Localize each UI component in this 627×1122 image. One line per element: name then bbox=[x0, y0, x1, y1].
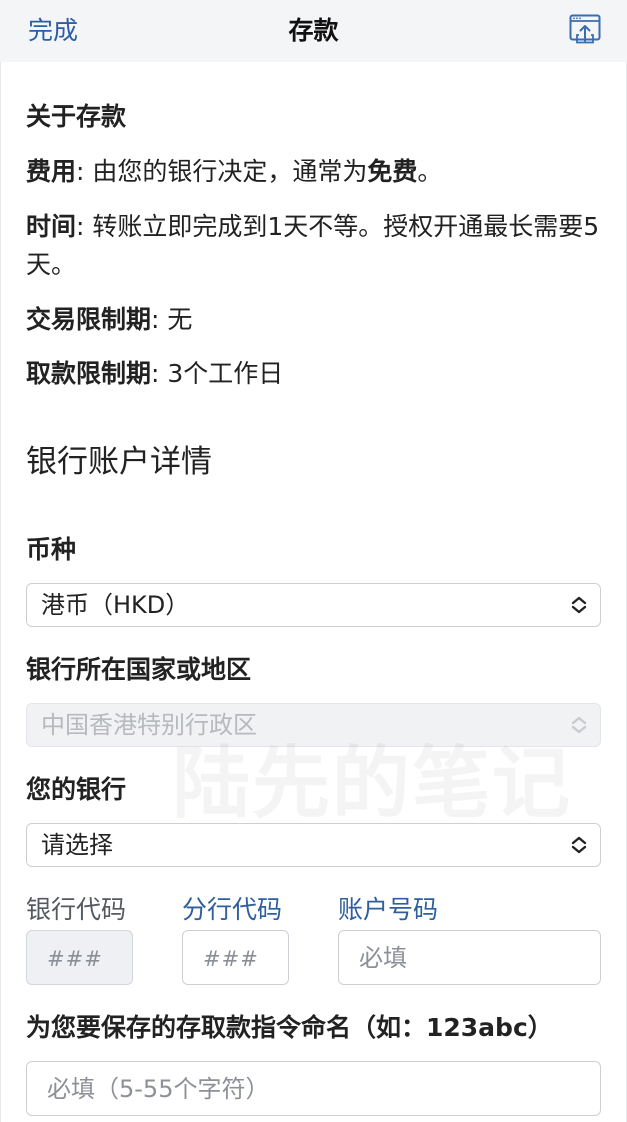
chevron-up-down-icon bbox=[570, 715, 588, 735]
withdraw-hold-info: 取款限制期: 3个工作日 bbox=[26, 355, 601, 393]
account-number-label[interactable]: 账户号码 bbox=[338, 891, 438, 929]
about-heading: 关于存款 bbox=[26, 102, 127, 131]
fee-text: 由您的银行决定，通常为 bbox=[92, 157, 368, 186]
country-select: 中国香港特别行政区 bbox=[26, 703, 601, 747]
trade-hold-label: 交易限制期 bbox=[26, 305, 152, 334]
bank-select[interactable]: 请选择 bbox=[26, 823, 601, 867]
fee-emphasis: 免费 bbox=[367, 157, 418, 186]
trade-hold-separator: : bbox=[151, 305, 168, 334]
account-number-input[interactable] bbox=[338, 930, 601, 985]
country-select-value: 中国香港特别行政区 bbox=[41, 711, 257, 739]
withdraw-hold-label: 取款限制期 bbox=[26, 359, 152, 388]
currency-select[interactable]: 港币（HKD） bbox=[26, 583, 601, 627]
branch-code-input[interactable] bbox=[182, 930, 289, 985]
bank-select-value: 请选择 bbox=[41, 831, 113, 859]
currency-select-value: 港币（HKD） bbox=[41, 591, 190, 619]
country-label: 银行所在国家或地区 bbox=[26, 655, 252, 684]
chevron-up-down-icon bbox=[570, 595, 588, 615]
branch-code-label[interactable]: 分行代码 bbox=[182, 891, 282, 929]
time-label: 时间 bbox=[26, 212, 77, 241]
withdraw-hold-separator: : bbox=[151, 359, 168, 388]
time-text: 转账立即完成到1天不等。授权开通最长需要5天。 bbox=[26, 212, 600, 279]
fee-separator: : bbox=[76, 157, 93, 186]
left-edge-divider bbox=[0, 62, 1, 1122]
nav-bar: 存款 完成 bbox=[0, 0, 627, 62]
currency-label: 币种 bbox=[26, 535, 77, 564]
instruction-name-label: 为您要保存的存取款指令命名（如：123abc） bbox=[26, 1013, 553, 1042]
share-icon bbox=[569, 14, 601, 44]
bank-details-heading: 银行账户详情 bbox=[26, 444, 212, 480]
time-separator: : bbox=[76, 212, 93, 241]
share-button[interactable] bbox=[569, 14, 601, 44]
fee-info: 费用: 由您的银行决定，通常为免费。 bbox=[26, 153, 601, 191]
chevron-up-down-icon bbox=[570, 835, 588, 855]
page-title: 存款 bbox=[288, 16, 339, 45]
trade-hold-info: 交易限制期: 无 bbox=[26, 301, 601, 339]
bank-code-label: 银行代码 bbox=[26, 895, 127, 924]
trade-hold-text: 无 bbox=[167, 305, 193, 334]
instruction-name-input[interactable] bbox=[26, 1061, 601, 1116]
fee-text-end: 。 bbox=[417, 157, 443, 186]
fee-label: 费用 bbox=[26, 157, 77, 186]
deposit-page: 存款 完成 关于存款 费用: 由您的银行决定，通常为免费。 时间: 转账立即完成… bbox=[0, 0, 627, 1122]
done-button[interactable]: 完成 bbox=[28, 0, 78, 62]
bank-code-input bbox=[26, 930, 133, 985]
withdraw-hold-text: 3个工作日 bbox=[167, 359, 284, 388]
bank-label: 您的银行 bbox=[26, 775, 127, 804]
time-info: 时间: 转账立即完成到1天不等。授权开通最长需要5天。 bbox=[26, 208, 601, 284]
